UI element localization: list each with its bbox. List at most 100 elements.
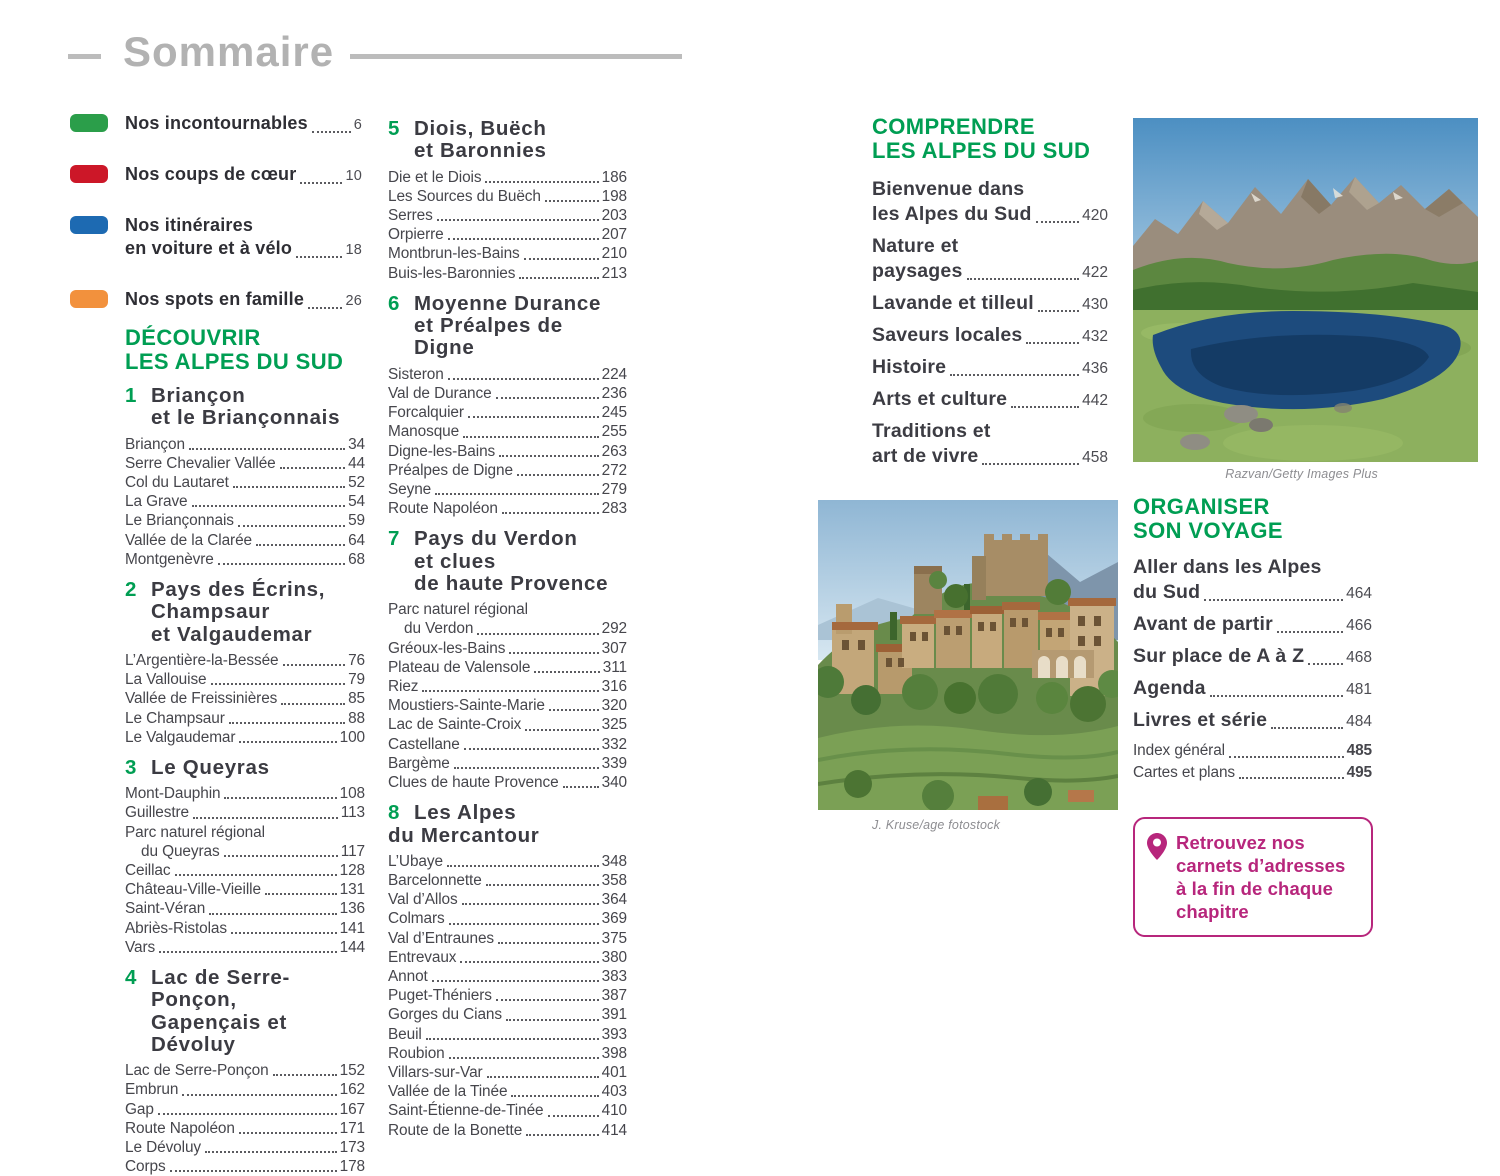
toc-entry-label: Route Napoléon bbox=[388, 499, 498, 518]
dotted-leader bbox=[477, 633, 598, 635]
dotted-leader bbox=[218, 563, 345, 565]
toc-entry-page: 383 bbox=[602, 967, 627, 986]
toc-entry-label: Seyne bbox=[388, 480, 431, 499]
toc-entry-row: Embrun162 bbox=[125, 1080, 365, 1099]
dotted-leader bbox=[549, 709, 599, 711]
legend-label: Nos coups de cœur10 bbox=[125, 163, 362, 188]
toc-entry-page: 113 bbox=[341, 803, 365, 822]
toc-entry-label: Montgenèvre bbox=[125, 550, 214, 569]
toc-entry-label: Bargème bbox=[388, 754, 450, 773]
toc-entry-page: 186 bbox=[602, 168, 627, 187]
village-photo bbox=[818, 500, 1118, 810]
dotted-leader bbox=[463, 436, 599, 438]
toc-entry-label: Briançon bbox=[125, 435, 185, 454]
entry-label-line: Bienvenue dans bbox=[872, 177, 1108, 202]
toc-entry-row: Colmars369 bbox=[388, 909, 627, 928]
toc-entry-row: Roubion398 bbox=[388, 1044, 627, 1063]
dotted-leader bbox=[448, 238, 599, 240]
toc-entry-label: Plateau de Valensole bbox=[388, 658, 530, 677]
toc-entry-label: Puget-Théniers bbox=[388, 986, 492, 1005]
chapter-title-line: et Valgaudemar bbox=[151, 624, 365, 646]
toc-entry-label: Ceillac bbox=[125, 861, 171, 880]
dotted-leader bbox=[486, 884, 599, 886]
entry-page: 432 bbox=[1082, 324, 1108, 349]
toc-entry-row: Le Dévoluy173 bbox=[125, 1138, 365, 1157]
toc-entry-label: Serres bbox=[388, 206, 433, 225]
toc-entry-row: Sisteron224 bbox=[388, 365, 627, 384]
toc-entry-page: 108 bbox=[340, 784, 365, 803]
entry-label-line: Saveurs locales bbox=[872, 323, 1022, 348]
photo-credit: J. Kruse/age fotostock bbox=[872, 818, 1112, 832]
chapter-heading: 1Briançonet le Briançonnais bbox=[125, 385, 365, 430]
toc-entry-label: Vallée de la Clarée bbox=[125, 531, 252, 550]
heading-line: LES ALPES DU SUD bbox=[125, 350, 365, 374]
legend-label: Nos itinérairesen voiture et à vélo18 bbox=[125, 214, 362, 262]
toc-entry-label: Orpierre bbox=[388, 225, 444, 244]
chapter-title-line: de haute Provence bbox=[414, 573, 627, 595]
chapter-title-line: et Préalpes de Digne bbox=[414, 315, 627, 360]
toc-entry-row: Gréoux-les-Bains307 bbox=[388, 639, 627, 658]
toc-entry-page: 485 bbox=[1347, 740, 1372, 762]
toc-entry-page: 398 bbox=[602, 1044, 627, 1063]
dotted-leader bbox=[499, 455, 598, 457]
toc-entry-row: Le Valgaudemar100 bbox=[125, 728, 365, 747]
dotted-leader bbox=[239, 741, 336, 743]
toc-entry-label: Parc naturel régional bbox=[388, 600, 627, 619]
entry-page: 442 bbox=[1082, 388, 1108, 413]
chapter-heading: 7Pays du Verdonet cluesde haute Provence bbox=[388, 528, 627, 595]
dotted-leader bbox=[526, 1134, 598, 1136]
toc-entry-row: Barcelonnette358 bbox=[388, 871, 627, 890]
toc-entry-row: Abriès-Ristolas141 bbox=[125, 919, 365, 938]
chapter-number: 2 bbox=[125, 579, 137, 601]
dotted-leader bbox=[1011, 406, 1079, 408]
toc-entry-page: 128 bbox=[340, 861, 365, 880]
dotted-leader bbox=[182, 1094, 336, 1096]
toc-entry-page: 245 bbox=[602, 403, 627, 422]
toc-entry-page: 358 bbox=[602, 871, 627, 890]
toc-entry-label: du Queyras bbox=[141, 842, 220, 861]
dotted-leader bbox=[238, 525, 345, 527]
toc-section-entry: Nature etpaysages422 bbox=[872, 234, 1108, 285]
dotted-leader bbox=[224, 797, 336, 799]
dotted-leader bbox=[175, 874, 337, 876]
toc-entry-row: L’Ubaye348 bbox=[388, 852, 627, 871]
toc-entry-label: Saint-Étienne-de-Tinée bbox=[388, 1101, 544, 1120]
toc-entry-row: Riez316 bbox=[388, 677, 627, 696]
toc-entry-label: Le Briançonnais bbox=[125, 511, 234, 530]
toc-entry-page: 393 bbox=[602, 1025, 627, 1044]
toc-entry-row: Moustiers-Sainte-Marie320 bbox=[388, 696, 627, 715]
chapter-title-line: et Baronnies bbox=[414, 140, 627, 162]
legend-page: 18 bbox=[345, 239, 362, 262]
heading-line: DÉCOUVRIR bbox=[125, 326, 365, 350]
entry-page: 420 bbox=[1082, 203, 1108, 228]
toc-entry-page: 401 bbox=[602, 1063, 627, 1082]
toc-section-entry: Agenda481 bbox=[1133, 676, 1372, 702]
toc-entry-page: 325 bbox=[602, 715, 627, 734]
entry-page: 466 bbox=[1346, 613, 1372, 638]
toc-entry-label: Col du Lautaret bbox=[125, 473, 229, 492]
toc-entry-row: Serres203 bbox=[388, 206, 627, 225]
toc-entry-page: 76 bbox=[348, 651, 365, 670]
dotted-leader bbox=[1210, 695, 1343, 697]
toc-entry-page: 283 bbox=[602, 499, 627, 518]
legend-label-line: Nos itinéraires bbox=[125, 214, 362, 237]
entry-label-line: paysages bbox=[872, 259, 963, 284]
toc-entry-page: 210 bbox=[602, 244, 627, 263]
legend-item-itineraires-voiture-velo: Nos itinérairesen voiture et à vélo18 bbox=[70, 214, 362, 262]
legend-label: Nos incontournables6 bbox=[125, 112, 362, 137]
toc-entry-row: Lac de Sainte-Croix325 bbox=[388, 715, 627, 734]
toc-section-entry: Sur place de A à Z468 bbox=[1133, 644, 1372, 670]
toc-column-1: DÉCOUVRIRLES ALPES DU SUD 1Briançonet le… bbox=[125, 326, 365, 1176]
toc-entry-page: 236 bbox=[602, 384, 627, 403]
toc-entry-page: 348 bbox=[602, 852, 627, 871]
toc-entry-label: La Vallouise bbox=[125, 670, 207, 689]
toc-entry-page: 85 bbox=[348, 689, 365, 708]
toc-section-entry: Saveurs locales 432 bbox=[872, 323, 1108, 349]
chapter-heading: 5Diois, Buëchet Baronnies bbox=[388, 118, 627, 163]
legend-page: 6 bbox=[354, 114, 362, 137]
dotted-leader bbox=[498, 942, 599, 944]
dotted-leader bbox=[1036, 221, 1080, 223]
page-title: Sommaire bbox=[123, 28, 334, 76]
legend-label-line: Nos spots en famille bbox=[125, 288, 304, 311]
toc-entry-page: 311 bbox=[603, 658, 627, 677]
